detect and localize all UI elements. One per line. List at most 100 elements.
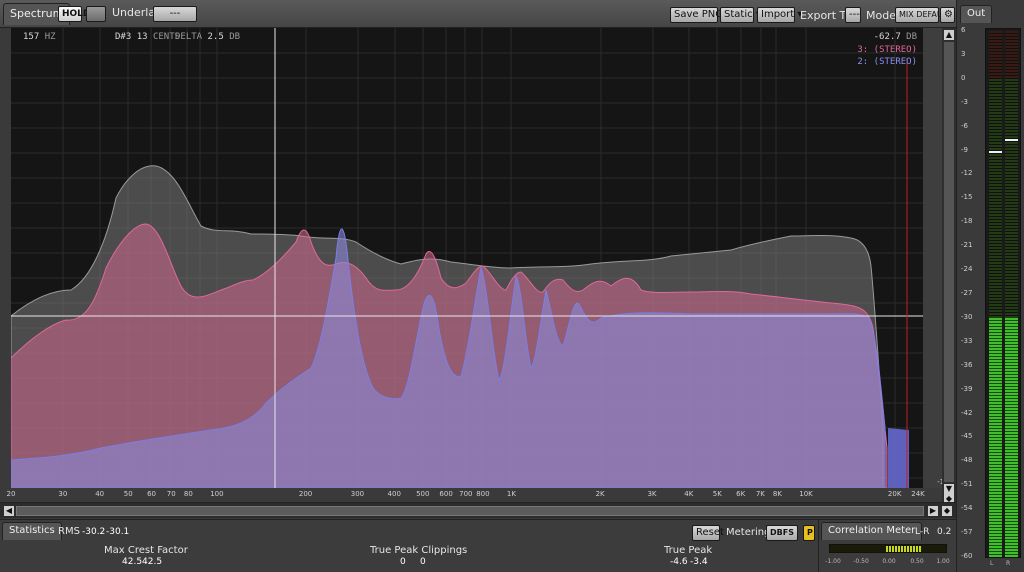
- meter-left-channel: [989, 31, 1002, 557]
- import-dropdown[interactable]: Import ▾: [757, 7, 802, 23]
- export-label: Export To: [800, 9, 852, 22]
- save-png-button[interactable]: Save PNG: [670, 7, 723, 23]
- trace-2-label[interactable]: 2: (STEREO): [857, 57, 917, 67]
- output-scale-tick: -24: [961, 265, 973, 274]
- underlay-select[interactable]: ---: [153, 6, 197, 22]
- true-peak-left-value: -4.6: [670, 557, 688, 567]
- frequency-tick: 3K: [647, 490, 657, 498]
- channel-right-label: R: [1006, 560, 1011, 567]
- output-scale-tick: -51: [961, 480, 973, 489]
- app-window: Spectrum HOLD Underlay --- Save PNG Stat…: [0, 0, 1024, 572]
- delta-readout: DELTA 2.5 DB: [175, 32, 240, 42]
- level-readout: -62.7 DB: [874, 32, 917, 42]
- rms-right-value: -30.1: [106, 527, 130, 537]
- output-scale-tick: -21: [961, 241, 973, 250]
- scroll-up-icon[interactable]: ▲: [944, 30, 954, 40]
- vertical-scroll-thumb[interactable]: [944, 42, 954, 482]
- toolbar: Spectrum HOLD Underlay --- Save PNG Stat…: [0, 0, 956, 28]
- meter-right-channel: [1005, 31, 1018, 557]
- frequency-tick: 60: [147, 490, 156, 498]
- spectrum-graph: [11, 28, 923, 488]
- correlation-tick: -0.50: [853, 558, 869, 565]
- correlation-tick: -1.00: [825, 558, 841, 565]
- scroll-right-icon[interactable]: ▶: [928, 506, 938, 516]
- freq-value: 157: [23, 32, 40, 42]
- meter-peak-hold: [989, 150, 1002, 153]
- correlation-fill: [886, 546, 922, 552]
- rms-label: RMS: [58, 526, 80, 537]
- frequency-tick: 1K: [506, 490, 516, 498]
- gear-icon[interactable]: ⚙: [940, 7, 955, 23]
- output-scale-tick: -3: [961, 97, 968, 106]
- import-label: Import: [761, 9, 795, 20]
- reset-button[interactable]: Reset: [692, 525, 724, 541]
- frequency-axis: 20 30 40 50 60 70 80 100 200 300 400 500 600 700 800 1K…: [0, 488, 942, 501]
- note-readout: D#3 13 CENTS: [115, 32, 180, 42]
- statistics-panel: Statistics RMS -30.2 -30.1 Reset Meterin…: [0, 519, 818, 572]
- horizontal-zoom-scrollbar[interactable]: ◀ ▶ ◆: [0, 502, 956, 518]
- left-rail: [0, 28, 11, 488]
- metering-select[interactable]: DBFS: [766, 525, 798, 541]
- meter-over-zone: [989, 31, 1002, 79]
- crest-right-value: 42.5: [142, 557, 163, 567]
- output-scale-tick: -39: [961, 384, 973, 393]
- correlation-tick: 0.00: [882, 558, 896, 565]
- frequency-tick: 2K: [595, 490, 605, 498]
- tab-statistics[interactable]: Statistics: [2, 522, 62, 540]
- trace-2-tail: [888, 428, 909, 488]
- hold-toggle-button[interactable]: [86, 6, 106, 22]
- frequency-tick: 500: [416, 490, 430, 498]
- frequency-tick: 300: [350, 490, 365, 498]
- output-scale-tick: -45: [961, 432, 973, 441]
- tab-correlation[interactable]: Correlation Meter: [821, 522, 923, 540]
- meter-fill: [1005, 317, 1018, 557]
- clippings-right-value: 0: [420, 557, 426, 567]
- tab-out[interactable]: Out: [960, 5, 993, 23]
- delta-unit: DB: [229, 32, 241, 42]
- hold-button[interactable]: HOLD: [58, 6, 90, 22]
- output-scale-tick: -48: [961, 456, 973, 465]
- channel-left-label: L: [990, 560, 994, 567]
- scroll-left-icon[interactable]: ◀: [4, 506, 14, 516]
- output-scale-tick: -60: [961, 552, 973, 560]
- level-value: -62.7: [873, 32, 901, 42]
- frequency-tick: 6K: [736, 490, 746, 498]
- frequency-tick: 20K: [887, 490, 902, 498]
- frequency-tick: 20: [6, 490, 16, 498]
- output-scale-tick: -33: [961, 336, 973, 345]
- spectrum-display[interactable]: 157 HZ D#3 13 CENTS DELTA 2.5 DB -62.7 D…: [11, 28, 923, 488]
- output-scale-tick: -27: [961, 289, 973, 297]
- output-scale-tick: -15: [961, 193, 973, 202]
- frequency-tick: 600: [439, 490, 453, 498]
- static-dropdown[interactable]: Static ▾: [720, 7, 761, 23]
- export-select[interactable]: ---: [845, 7, 861, 23]
- meter-over-zone: [1005, 31, 1018, 79]
- freq-readout: 157 HZ: [23, 32, 56, 42]
- zoom-fit-icon[interactable]: ◆: [942, 506, 952, 516]
- scroll-down-icon[interactable]: ▼: [944, 484, 954, 494]
- output-scale-tick: -30: [961, 312, 973, 321]
- level-unit: DB: [906, 32, 917, 42]
- frequency-tick: 800: [476, 490, 490, 498]
- mode-label: Mode: [866, 9, 896, 22]
- horizontal-scroll-thumb[interactable]: [16, 506, 924, 516]
- note-value: D#3: [115, 32, 132, 42]
- output-scale-tick: -54: [961, 504, 973, 513]
- correlation-bar: [829, 544, 947, 553]
- peak-toggle-button[interactable]: P: [803, 525, 815, 541]
- correlation-tick: 1.00: [936, 558, 950, 565]
- output-scale-tick: -9: [961, 145, 968, 154]
- mode-select[interactable]: MIX DEFAULT: [895, 7, 951, 23]
- output-scale-tick: -12: [961, 169, 973, 178]
- frequency-tick: 40: [95, 490, 105, 498]
- vertical-zoom-scrollbar[interactable]: ▲ ▼ ◆: [942, 28, 956, 506]
- correlation-mode[interactable]: L-R: [915, 527, 929, 537]
- trace-3-label[interactable]: 3: (STEREO): [857, 45, 917, 55]
- metering-label: Metering: [726, 527, 771, 538]
- crest-left-value: 42.5: [122, 557, 143, 567]
- correlation-tick: 0.50: [910, 558, 924, 565]
- delta-value: 2.5: [207, 32, 224, 42]
- output-scale-tick: -6: [961, 121, 968, 130]
- frequency-tick: 4K: [684, 490, 694, 498]
- delta-label: DELTA: [175, 32, 203, 42]
